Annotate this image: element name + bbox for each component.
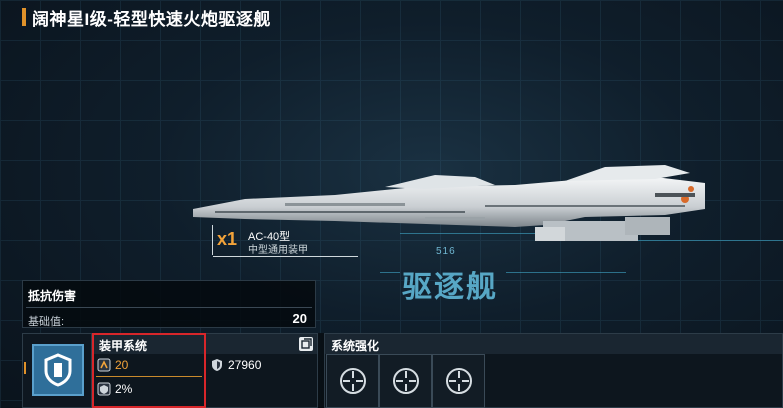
- crosshair-icon: [392, 368, 419, 394]
- system-enhancement-header: 系统强化: [325, 334, 782, 354]
- armor-system-title: 装甲系统: [99, 339, 148, 353]
- hp-value: 27960: [228, 358, 262, 372]
- armor-system-header: 装甲系统: [93, 334, 317, 354]
- base-value-label: 基础值:: [28, 316, 65, 328]
- damage-resist-title: 抵抗伤害: [28, 289, 77, 303]
- page-title-bar: 阔神星I级-轻型快速火炮驱逐舰: [22, 6, 271, 29]
- resist-percent: 2%: [115, 382, 133, 396]
- enhancement-slot-3[interactable]: [432, 354, 485, 408]
- damage-resist-panel: 抵抗伤害 基础值: 20: [22, 280, 316, 328]
- armor-value: 20: [115, 358, 129, 372]
- hp-row: 27960: [210, 355, 261, 375]
- crosshair-icon: [339, 368, 366, 394]
- armor-value-row: 20: [97, 355, 128, 375]
- side-accent-mark: [24, 362, 26, 374]
- weapon-tag[interactable]: x1 AC-40型 中型通用装甲: [212, 225, 358, 257]
- enhancement-slot-2[interactable]: [379, 354, 432, 408]
- armor-icon: [97, 358, 111, 372]
- weapon-type: 中型通用装甲: [248, 245, 308, 256]
- stat-divider: [96, 376, 202, 377]
- ship-class-label: 驱逐舰: [402, 271, 498, 304]
- hud-number: 516: [436, 246, 456, 257]
- resist-icon: [97, 382, 111, 396]
- expand-icon[interactable]: [299, 337, 313, 351]
- weapon-underline: [213, 256, 358, 257]
- hull-shield-icon: [212, 359, 222, 371]
- system-enhancement-title: 系统强化: [331, 339, 380, 353]
- title-accent-bar: [22, 8, 26, 26]
- crosshair-icon: [445, 368, 472, 394]
- shield-icon: [32, 344, 84, 396]
- page-title: 阔神星I级-轻型快速火炮驱逐舰: [32, 9, 271, 29]
- divider: [26, 307, 312, 308]
- resist-percent-row: 2%: [97, 379, 132, 399]
- module-icon-box[interactable]: [22, 333, 92, 408]
- base-value: 20: [292, 311, 307, 326]
- hud-line: [380, 272, 400, 273]
- enhancement-slot-1[interactable]: [326, 354, 379, 408]
- weapon-count: x1: [217, 229, 238, 249]
- hud-line: [506, 272, 626, 273]
